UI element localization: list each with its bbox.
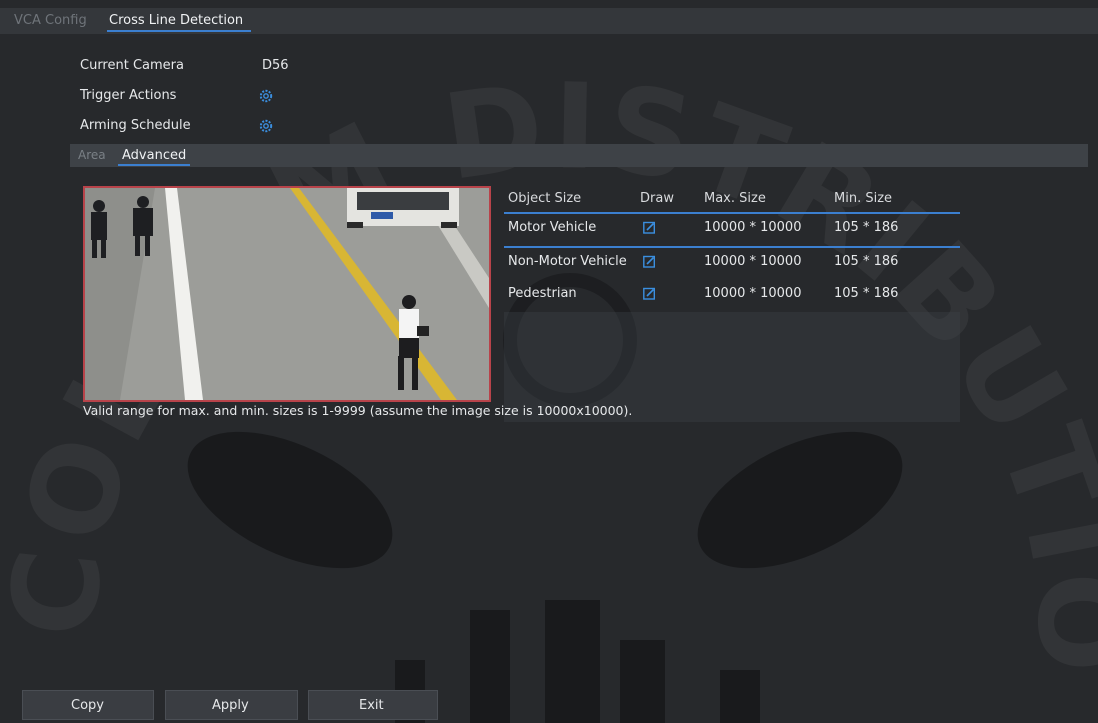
current-camera-label: Current Camera bbox=[80, 58, 184, 73]
copy-button[interactable]: Copy bbox=[22, 690, 154, 720]
gear-icon[interactable] bbox=[259, 119, 273, 133]
header-min-size: Min. Size bbox=[834, 191, 893, 206]
top-tab-bar: VCA Config Cross Line Detection bbox=[0, 8, 1098, 34]
header-draw: Draw bbox=[640, 191, 674, 206]
object-name: Pedestrian bbox=[508, 286, 577, 301]
exit-button[interactable]: Exit bbox=[308, 690, 438, 720]
object-size-table: Object Size Draw Max. Size Min. Size Mot… bbox=[504, 186, 960, 422]
min-size-value[interactable]: 105 * 186 bbox=[834, 248, 898, 276]
header-max-size: Max. Size bbox=[704, 191, 766, 206]
min-size-value[interactable]: 105 * 186 bbox=[834, 214, 898, 242]
trigger-actions-label: Trigger Actions bbox=[80, 88, 177, 103]
header-object-size: Object Size bbox=[508, 191, 582, 206]
max-size-value[interactable]: 10000 * 10000 bbox=[704, 248, 801, 276]
apply-button[interactable]: Apply bbox=[165, 690, 298, 720]
tab-advanced[interactable]: Advanced bbox=[118, 144, 191, 167]
table-row[interactable]: Non-Motor Vehicle 10000 * 10000 105 * 18… bbox=[504, 248, 960, 280]
size-range-hint: Valid range for max. and min. sizes is 1… bbox=[83, 403, 633, 418]
sub-tab-bar: Area Advanced bbox=[70, 144, 1088, 167]
current-camera-value[interactable]: D56 bbox=[262, 58, 289, 73]
max-size-value[interactable]: 10000 * 10000 bbox=[704, 214, 801, 242]
camera-preview[interactable] bbox=[83, 186, 491, 402]
camera-preview-image bbox=[85, 188, 489, 400]
max-size-value[interactable]: 10000 * 10000 bbox=[704, 280, 801, 308]
edit-icon[interactable] bbox=[643, 221, 656, 234]
tab-cross-line-detection[interactable]: Cross Line Detection bbox=[101, 8, 252, 34]
object-name: Non-Motor Vehicle bbox=[508, 254, 627, 269]
tab-vca-config[interactable]: VCA Config bbox=[14, 8, 87, 34]
edit-icon[interactable] bbox=[643, 255, 656, 268]
arming-schedule-label: Arming Schedule bbox=[80, 118, 191, 133]
gear-icon[interactable] bbox=[259, 89, 273, 103]
table-row[interactable]: Motor Vehicle 10000 * 10000 105 * 186 bbox=[504, 214, 960, 248]
tab-area[interactable]: Area bbox=[78, 144, 106, 167]
table-row[interactable]: Pedestrian 10000 * 10000 105 * 186 bbox=[504, 280, 960, 312]
object-name: Motor Vehicle bbox=[508, 220, 597, 235]
table-header: Object Size Draw Max. Size Min. Size bbox=[504, 186, 960, 214]
edit-icon[interactable] bbox=[643, 287, 656, 300]
min-size-value[interactable]: 105 * 186 bbox=[834, 280, 898, 308]
